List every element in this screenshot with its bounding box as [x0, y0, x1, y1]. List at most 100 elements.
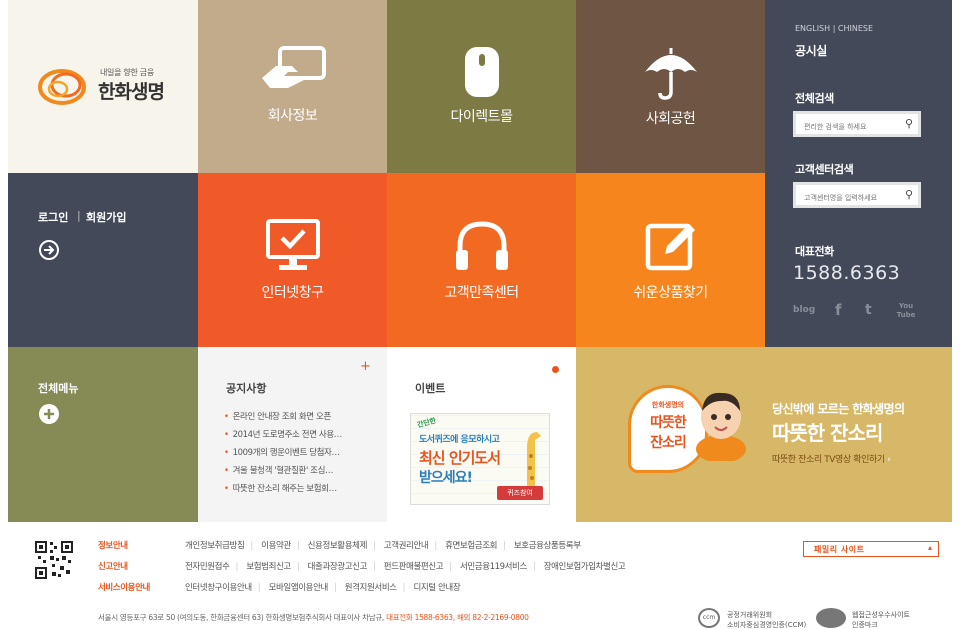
event-line1: 도서퀴즈에 응모하시고	[419, 435, 500, 445]
accessibility-line1: 웹접근성우수사이트	[852, 611, 910, 619]
footer-link[interactable]: 보험범죄신고	[246, 562, 291, 572]
right-panel: ENGLISH | CHINESE 공시실 전체검색 ⚲ 고객센터검색 ⚲ 대표…	[765, 0, 952, 347]
tile-company-info[interactable]: 회사정보	[198, 0, 387, 173]
footer-link[interactable]: 고객권리안내	[384, 541, 429, 551]
footer-separator: |	[434, 541, 437, 551]
dropdown-arrow-icon: ▴	[927, 543, 932, 552]
footer-link[interactable]: 신용정보활용체제	[308, 541, 368, 551]
footer: 정보안내 신고안내 서비스이용안내 개인정보취급방침 | 이용약관 | 신용정보활용…	[0, 522, 960, 629]
headphones-icon	[455, 221, 508, 270]
tile-direct-mall[interactable]: 다이렉트몰	[387, 0, 576, 173]
search-box[interactable]: ⚲	[793, 111, 921, 137]
banner-video-link-text: 따뜻한 잔소리 TV영상 확인하기	[772, 455, 885, 465]
footer-link[interactable]: 서민금융119서비스	[460, 562, 527, 572]
notice-item[interactable]: 1009개의 행운이벤트 당첨자…	[224, 446, 340, 458]
hanwha-logo-icon	[38, 69, 86, 105]
tile-internet-window[interactable]: 인터넷창구	[198, 173, 387, 347]
family-site-label: 패밀리 사이트	[814, 545, 865, 554]
footer-separator: |	[296, 541, 300, 551]
login-link[interactable]: 로그인	[38, 209, 68, 225]
child-photo	[694, 387, 748, 463]
tile-easy-products[interactable]: 쉬운상품찾기	[576, 173, 765, 347]
footer-link[interactable]: 디지털 안내장	[413, 583, 460, 593]
tile-customer-center[interactable]: 고객만족센터	[387, 173, 576, 347]
phone-heading: 대표전화	[795, 245, 834, 258]
event-line3: 받으세요!	[419, 470, 473, 486]
plus-circle-icon[interactable]	[38, 403, 60, 425]
company-address: 서울시 영등포구 63로 50 (여의도동, 한화금융센터 63) 한화생명보험…	[98, 612, 529, 623]
login-tile: 로그인 | 회원가입	[8, 173, 198, 347]
footer-link[interactable]: 전자민원접수	[185, 562, 230, 572]
cs-search-box[interactable]: ⚲	[793, 182, 921, 208]
footer-separator: |	[257, 583, 261, 593]
notice-more-icon[interactable]: +	[360, 359, 371, 374]
footer-separator: |	[373, 562, 376, 572]
search-icon[interactable]: ⚲	[905, 117, 913, 130]
footer-link[interactable]: 대출과장광고신고	[308, 562, 368, 572]
arrow-circle-icon[interactable]	[38, 239, 60, 261]
pressroom-link[interactable]: 공시실	[795, 42, 827, 59]
event-indicator-dot[interactable]	[552, 366, 559, 373]
ccm-badge-text: 공정거래위원회 소비자중심경영인증(CCM)	[727, 610, 806, 629]
footer-separator: |	[235, 562, 239, 572]
footer-link[interactable]: 개인정보취급방침	[185, 541, 245, 551]
footer-separator: |	[532, 562, 536, 572]
monitor-check-icon	[265, 219, 320, 270]
footer-link[interactable]: 모바일앱이용안내	[269, 583, 329, 593]
family-site-select[interactable]: 패밀리 사이트 ▴	[803, 541, 939, 557]
phone-number: 1588.6363	[793, 262, 901, 284]
notice-item[interactable]: 2014년 도로명주소 전면 사용…	[224, 428, 343, 440]
banner-line1: 당신밖에 모르는 한화생명의	[772, 402, 905, 416]
cs-search-input[interactable]	[796, 188, 896, 208]
search-icon[interactable]: ⚲	[905, 188, 913, 201]
logo-tile[interactable]: 내일을 향한 금융 한화생명	[8, 0, 198, 173]
footer-separator: |	[296, 562, 300, 572]
login-separator: |	[77, 209, 81, 222]
footer-link[interactable]: 휴면보험금조회	[445, 541, 497, 551]
footer-category-report: 신고안내	[98, 562, 128, 572]
tile-social-contribution[interactable]: 사회공헌	[576, 0, 765, 173]
logo-name: 한화생명	[98, 81, 165, 103]
footer-separator: |	[402, 583, 406, 593]
footer-link[interactable]: 보호금융상품등록부	[514, 541, 581, 551]
warm-nagging-banner[interactable]: 한화생명의 따뜻한 잔소리 당신밖에 모르는 한화생명의 따뜻한 잔소리 따뜻한…	[576, 347, 952, 522]
footer-link[interactable]: 인터넷창구이용안내	[185, 583, 252, 593]
search-input[interactable]	[796, 117, 896, 137]
notice-item[interactable]: 따뜻한 잔소리 해주는 보험회…	[224, 482, 337, 494]
twitter-icon[interactable]: t	[865, 302, 872, 318]
qr-code-icon	[34, 540, 74, 580]
notice-item[interactable]: 온라인 안내장 조회 화면 오픈	[224, 410, 332, 422]
umbrella-icon	[644, 48, 697, 100]
quiz-button[interactable]: 퀴즈참여	[497, 486, 543, 500]
search-heading: 전체검색	[795, 92, 834, 105]
full-menu-label: 전체메뉴	[38, 382, 79, 395]
blog-icon[interactable]: blog	[793, 305, 815, 315]
ccm-badge-icon: ccm	[698, 608, 720, 628]
footer-category-info: 정보안내	[98, 541, 128, 551]
footer-separator: |	[503, 541, 506, 551]
handshake-card-icon	[261, 46, 326, 88]
tile-customer-label: 고객만족센터	[444, 285, 519, 301]
footer-link[interactable]: 이용약관	[261, 541, 291, 551]
event-banner[interactable]: 간단한 도서퀴즈에 응모하시고 최신 인기도서 받으세요! 퀴즈참여	[410, 413, 550, 505]
banner-video-link[interactable]: 따뜻한 잔소리 TV영상 확인하기 ›	[772, 452, 891, 465]
footer-separator: |	[333, 583, 337, 593]
footer-link[interactable]: 펀드판매불편신고	[384, 562, 444, 572]
footer-link[interactable]: 원격지원서비스	[345, 583, 397, 593]
youtube-icon[interactable]: You Tube	[895, 302, 917, 320]
notice-title: 공지사항	[226, 382, 267, 395]
footer-separator: |	[250, 541, 253, 551]
footer-link[interactable]: 장애인보험가입차별신고	[544, 562, 626, 572]
language-links[interactable]: ENGLISH | CHINESE	[795, 24, 873, 33]
join-link[interactable]: 회원가입	[86, 209, 126, 225]
full-menu-tile[interactable]: 전체메뉴	[8, 347, 198, 522]
cs-search-heading: 고객센터검색	[795, 163, 854, 176]
notice-item[interactable]: 겨울 불청객 '혈관질환' 조심…	[224, 464, 334, 476]
footer-category-service: 서비스이용안내	[98, 583, 150, 593]
ccm-line2: 소비자중심경영인증(CCM)	[727, 621, 807, 629]
tile-company-label: 회사정보	[267, 108, 318, 124]
event-panel: 이벤트 간단한 도서퀴즈에 응모하시고 최신 인기도서 받으세요! 퀴즈참여	[387, 347, 576, 522]
footer-separator: |	[373, 541, 376, 551]
mouse-icon	[464, 47, 499, 97]
facebook-icon[interactable]: f	[835, 301, 842, 319]
